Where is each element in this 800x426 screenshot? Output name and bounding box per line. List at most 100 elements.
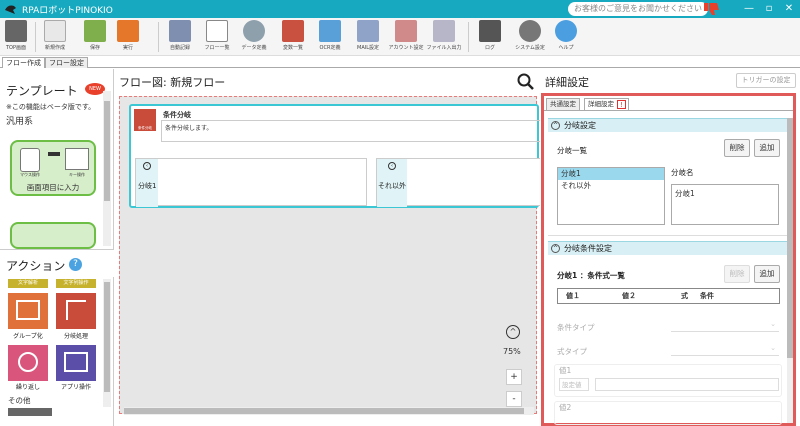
detail-scrollbar-thumb[interactable] xyxy=(787,118,793,358)
data-definition-button[interactable]: データ定義 xyxy=(240,20,268,54)
run-button[interactable]: 実行 xyxy=(115,20,141,54)
canvas-hscroll-thumb[interactable] xyxy=(124,408,524,414)
tab-common-settings[interactable]: 共通設定 xyxy=(546,98,580,110)
restore-button[interactable]: ▫ xyxy=(760,1,778,17)
app-action-button[interactable] xyxy=(56,345,96,381)
flow-title: フロー図: 新規フロー xyxy=(119,76,226,89)
app-title: RPAロボットPINOKIO xyxy=(22,6,113,16)
condition-type-select[interactable]: ⌄ xyxy=(671,320,779,332)
auto-record-button[interactable]: 自動記録 xyxy=(166,20,194,54)
action-scrollbar[interactable] xyxy=(103,279,111,407)
action-scrollbar-thumb[interactable] xyxy=(104,282,110,392)
node-title: 条件分岐 xyxy=(163,111,191,119)
branch-settings-header[interactable]: ^ 分岐設定 xyxy=(548,118,789,132)
file-io-icon xyxy=(433,20,455,42)
variable-list-button[interactable]: 変数一覧 xyxy=(279,20,307,54)
mode-tabs: フロー作成 フロー設定 xyxy=(0,56,800,68)
flow-canvas[interactable]: 条件分岐 条件分岐 条件分岐します。 ‹ 分岐1 ‹ それ以外 ^ 75% + xyxy=(119,96,541,415)
string-op-button[interactable]: 文字列操作 xyxy=(56,279,96,288)
tab-flow-settings[interactable]: フロー設定 xyxy=(45,57,88,68)
flow-list-button[interactable]: フロー一覧 xyxy=(203,20,231,54)
branch-action-label: 分岐処理 xyxy=(63,333,88,340)
ocr-definition-button[interactable]: OCR定義 xyxy=(315,20,345,54)
account-icon xyxy=(395,20,417,42)
chevron-up-icon: ^ xyxy=(551,121,560,130)
thumbs-down-icon[interactable] xyxy=(703,1,721,17)
value2-group: 値2 xyxy=(554,401,782,425)
new-button[interactable]: 新規作成 xyxy=(42,20,68,54)
branch-node[interactable]: 条件分岐 条件分岐 条件分岐します。 ‹ 分岐1 ‹ それ以外 xyxy=(129,104,541,208)
close-button[interactable]: ✕ xyxy=(780,1,798,17)
run-icon xyxy=(117,20,139,42)
setting-value-input[interactable] xyxy=(595,378,779,391)
template-card-input[interactable]: マウス操作 キー操作 画面項目に入力 xyxy=(10,140,96,196)
branch-name-label: 分岐名 xyxy=(671,168,694,177)
app-action-label: アプリ操作 xyxy=(60,384,91,391)
tab-detail-settings[interactable]: 詳細設定 ! xyxy=(584,98,629,110)
minimize-button[interactable]: — xyxy=(740,1,758,17)
template-scrollbar-thumb[interactable] xyxy=(104,101,110,201)
delete-condition-button[interactable]: 削除 xyxy=(724,265,750,283)
system-settings-button[interactable]: システム設定 xyxy=(513,20,547,54)
zoom-out-button[interactable]: - xyxy=(506,391,522,407)
save-button[interactable]: 保存 xyxy=(82,20,108,54)
app-window-icon xyxy=(64,352,88,372)
group-action-label: グループ化 xyxy=(13,333,43,340)
col-value1: 値１ xyxy=(566,292,580,300)
tab-detail-label: 詳細設定 xyxy=(588,100,614,108)
template-scrollbar[interactable] xyxy=(103,91,111,246)
add-branch-button[interactable]: 追加 xyxy=(754,139,780,157)
help-icon[interactable]: ? xyxy=(69,258,82,271)
canvas-hscroll[interactable] xyxy=(124,407,534,415)
list-item[interactable]: 分岐1 xyxy=(558,168,664,180)
branch-listbox[interactable]: 分岐1 それ以外 xyxy=(557,167,665,225)
help-button[interactable]: ヘルプ xyxy=(553,20,579,54)
branch-else[interactable]: ‹ それ以外 xyxy=(376,158,541,207)
branch-1-header: ‹ 分岐1 xyxy=(136,159,158,207)
expression-type-select[interactable]: ⌄ xyxy=(671,344,779,356)
loop-action-button[interactable] xyxy=(8,345,48,381)
tab-flow-create[interactable]: フロー作成 xyxy=(2,57,45,68)
branch-settings-title: 分岐設定 xyxy=(564,121,596,130)
collapse-up-icon[interactable]: ^ xyxy=(506,325,520,339)
collapse-icon[interactable]: ‹ xyxy=(143,162,151,170)
mail-icon xyxy=(357,20,379,42)
feedback-link[interactable]: お客様のご意見をお聞かせください xyxy=(568,2,708,16)
text-analysis-button[interactable]: 文字解析 xyxy=(8,279,48,288)
template-card-next[interactable] xyxy=(10,222,96,249)
ocr-icon xyxy=(319,20,341,42)
action-header: アクション ? xyxy=(0,249,114,277)
condition-settings-header[interactable]: ^ 分岐条件設定 xyxy=(548,241,789,255)
branch-node-icon: 条件分岐 xyxy=(134,109,156,131)
condition-type-label: 条件タイプ xyxy=(557,323,595,332)
zoom-in-button[interactable]: + xyxy=(506,369,522,385)
branch-name-value: 分岐1 xyxy=(675,189,695,198)
search-icon[interactable] xyxy=(517,73,535,91)
collapse-icon[interactable]: ‹ xyxy=(388,162,396,170)
zoom-level: 75% xyxy=(503,347,521,356)
add-condition-button[interactable]: 追加 xyxy=(754,265,780,283)
branch-else-header: ‹ それ以外 xyxy=(377,159,407,207)
loop-action-label: 繰り返し xyxy=(15,384,40,391)
record-icon xyxy=(169,20,191,42)
canvas-area: フロー図: 新規フロー 条件分岐 条件分岐 条件分岐します。 ‹ 分岐1 ‹ そ… xyxy=(115,69,541,426)
value1-group: 値1 設定値 xyxy=(554,364,782,397)
mail-settings-button[interactable]: MAIL設定 xyxy=(354,20,382,54)
variable-icon xyxy=(282,20,304,42)
file-io-button[interactable]: ファイル入出力 xyxy=(425,20,463,54)
other-item[interactable] xyxy=(8,408,52,416)
branch-name-field[interactable]: 分岐1 xyxy=(671,184,779,225)
loop-icon xyxy=(18,352,38,372)
detail-settings-frame: 共通設定 詳細設定 ! ^ 分岐設定 分岐一覧 削除 追加 分岐1 それ以外 分… xyxy=(541,93,796,426)
delete-branch-button[interactable]: 削除 xyxy=(724,139,750,157)
branch-1[interactable]: ‹ 分岐1 xyxy=(135,158,367,207)
group-action-button[interactable] xyxy=(8,293,48,329)
detail-scrollbar[interactable] xyxy=(787,118,793,423)
branch-action-button[interactable] xyxy=(56,293,96,329)
trigger-settings-button[interactable]: トリガーの設定 xyxy=(736,73,796,88)
top-screen-button[interactable]: TOP画面 xyxy=(3,20,29,54)
account-settings-button[interactable]: アカウント設定 xyxy=(387,20,425,54)
app-logo-icon xyxy=(5,5,16,14)
list-item[interactable]: それ以外 xyxy=(558,180,664,192)
log-button[interactable]: ログ xyxy=(477,20,503,54)
